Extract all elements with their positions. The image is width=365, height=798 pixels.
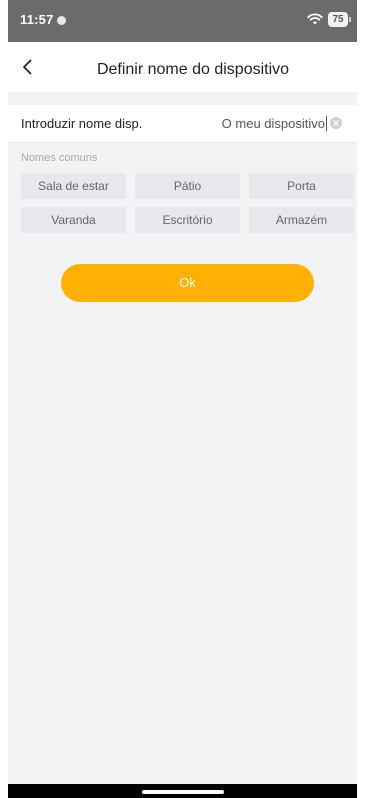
wifi-icon — [307, 12, 323, 26]
chip-varanda[interactable]: Varanda — [21, 207, 126, 233]
clear-icon[interactable] — [330, 117, 342, 129]
chip-sala-de-estar[interactable]: Sala de estar — [21, 173, 126, 199]
device-name-row[interactable]: Introduzir nome disp. O meu dispositivo — [8, 105, 357, 143]
common-names-label: Nomes comuns — [21, 152, 98, 164]
chip-patio[interactable]: Pátio — [135, 173, 240, 199]
chip-armazem[interactable]: Armazém — [249, 207, 354, 233]
navigation-bar — [8, 784, 357, 798]
status-bar: 11:57 75 — [8, 0, 357, 42]
app-header: Definir nome do dispositivo — [8, 42, 357, 92]
page-title: Definir nome do dispositivo — [96, 61, 290, 78]
notification-icon — [57, 16, 66, 25]
device-name-label: Introduzir nome disp. — [21, 116, 143, 131]
device-name-input[interactable]: O meu dispositivo — [222, 116, 327, 131]
status-time: 11:57 — [20, 12, 54, 27]
chip-porta[interactable]: Porta — [249, 173, 354, 199]
home-indicator[interactable] — [142, 790, 224, 794]
battery-icon: 75 — [328, 12, 351, 27]
ok-button[interactable]: Ok — [61, 264, 314, 302]
chip-escritorio[interactable]: Escritório — [135, 207, 240, 233]
main-content: Introduzir nome disp. O meu dispositivo … — [8, 92, 357, 784]
common-names-grid: Sala de estar Pátio Porta Varanda Escrit… — [21, 173, 355, 233]
